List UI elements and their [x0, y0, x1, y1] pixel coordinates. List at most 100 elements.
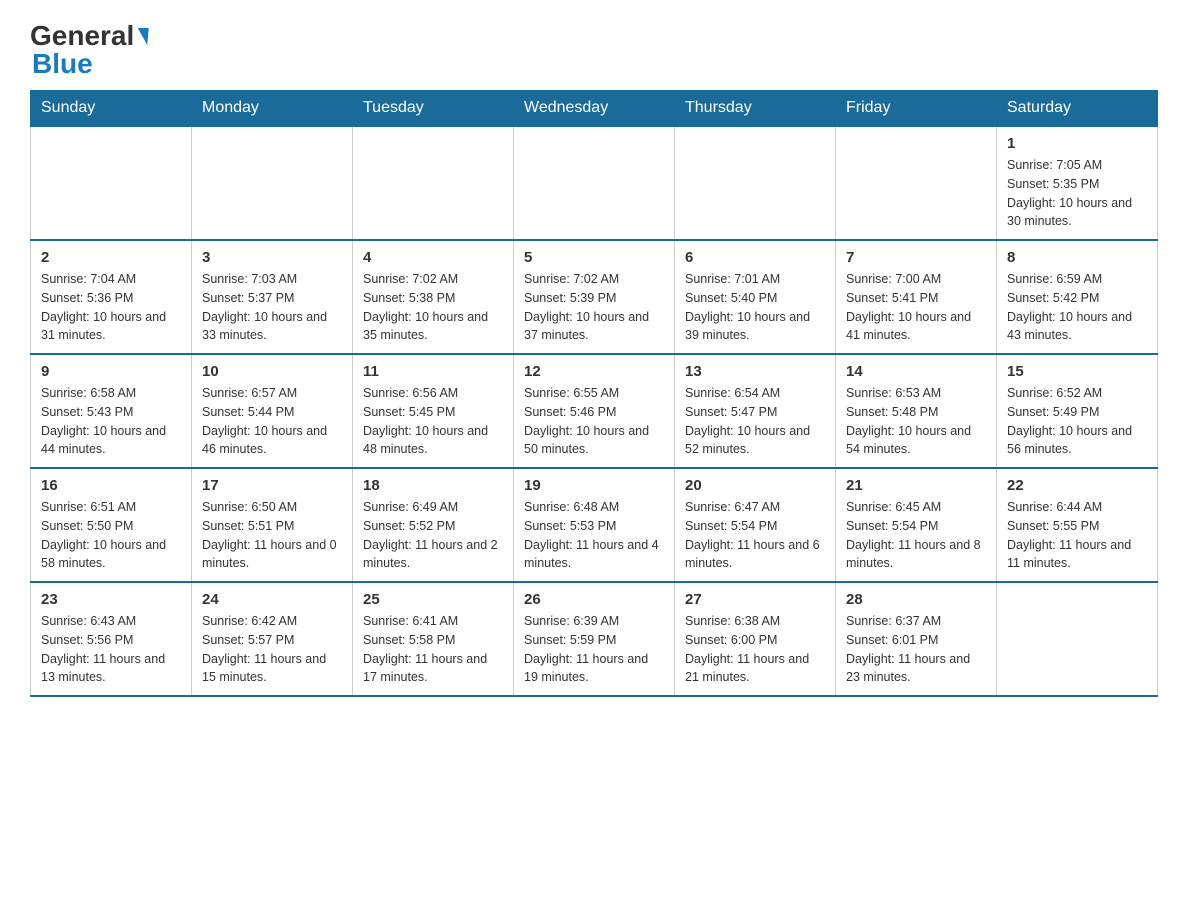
- day-info: Sunrise: 6:44 AM Sunset: 5:55 PM Dayligh…: [1007, 498, 1147, 573]
- day-number: 19: [524, 477, 664, 494]
- day-info: Sunrise: 6:50 AM Sunset: 5:51 PM Dayligh…: [202, 498, 342, 573]
- calendar-cell: 7 Sunrise: 7:00 AM Sunset: 5:41 PM Daylig…: [836, 240, 997, 354]
- day-info: Sunrise: 6:38 AM Sunset: 6:00 PM Dayligh…: [685, 612, 825, 687]
- calendar-header-thursday: Thursday: [675, 91, 836, 127]
- day-info: Sunrise: 6:59 AM Sunset: 5:42 PM Dayligh…: [1007, 270, 1147, 345]
- day-number: 12: [524, 363, 664, 380]
- calendar-cell: 24 Sunrise: 6:42 AM Sunset: 5:57 PM Dayli…: [192, 582, 353, 696]
- day-number: 2: [41, 249, 181, 266]
- calendar-header-wednesday: Wednesday: [514, 91, 675, 127]
- calendar-cell: 25 Sunrise: 6:41 AM Sunset: 5:58 PM Dayli…: [353, 582, 514, 696]
- day-number: 26: [524, 591, 664, 608]
- day-number: 14: [846, 363, 986, 380]
- day-number: 6: [685, 249, 825, 266]
- calendar-week-row: 2Sunrise: 7:04 AM Sunset: 5:36 PM Daylig…: [31, 240, 1158, 354]
- day-info: Sunrise: 6:43 AM Sunset: 5:56 PM Dayligh…: [41, 612, 181, 687]
- day-number: 21: [846, 477, 986, 494]
- calendar-cell: 10 Sunrise: 6:57 AM Sunset: 5:44 PM Dayli…: [192, 354, 353, 468]
- calendar-cell: [675, 126, 836, 240]
- calendar-cell: 27 Sunrise: 6:38 AM Sunset: 6:00 PM Dayli…: [675, 582, 836, 696]
- day-info: Sunrise: 7:01 AM Sunset: 5:40 PM Dayligh…: [685, 270, 825, 345]
- day-number: 5: [524, 249, 664, 266]
- day-info: Sunrise: 6:47 AM Sunset: 5:54 PM Dayligh…: [685, 498, 825, 573]
- day-number: 27: [685, 591, 825, 608]
- calendar-cell: 17 Sunrise: 6:50 AM Sunset: 5:51 PM Dayli…: [192, 468, 353, 582]
- calendar-cell: 5 Sunrise: 7:02 AM Sunset: 5:39 PM Daylig…: [514, 240, 675, 354]
- day-info: Sunrise: 6:54 AM Sunset: 5:47 PM Dayligh…: [685, 384, 825, 459]
- calendar-cell: 13 Sunrise: 6:54 AM Sunset: 5:47 PM Dayli…: [675, 354, 836, 468]
- day-info: Sunrise: 6:51 AM Sunset: 5:50 PM Dayligh…: [41, 498, 181, 573]
- day-number: 7: [846, 249, 986, 266]
- calendar-header-tuesday: Tuesday: [353, 91, 514, 127]
- day-number: 9: [41, 363, 181, 380]
- day-number: 11: [363, 363, 503, 380]
- calendar-week-row: 23 Sunrise: 6:43 AM Sunset: 5:56 PM Dayli…: [31, 582, 1158, 696]
- calendar-cell: 26 Sunrise: 6:39 AM Sunset: 5:59 PM Dayli…: [514, 582, 675, 696]
- page-header: General Blue: [30, 20, 1158, 80]
- day-info: Sunrise: 7:03 AM Sunset: 5:37 PM Dayligh…: [202, 270, 342, 345]
- calendar-cell: 11 Sunrise: 6:56 AM Sunset: 5:45 PM Dayli…: [353, 354, 514, 468]
- day-number: 13: [685, 363, 825, 380]
- day-info: Sunrise: 6:58 AM Sunset: 5:43 PM Dayligh…: [41, 384, 181, 459]
- calendar-cell: 15 Sunrise: 6:52 AM Sunset: 5:49 PM Dayli…: [997, 354, 1158, 468]
- calendar-week-row: 9 Sunrise: 6:58 AM Sunset: 5:43 PM Daylig…: [31, 354, 1158, 468]
- calendar-cell: 28Sunrise: 6:37 AM Sunset: 6:01 PM Dayli…: [836, 582, 997, 696]
- calendar-cell: 18Sunrise: 6:49 AM Sunset: 5:52 PM Dayli…: [353, 468, 514, 582]
- calendar-cell: 14 Sunrise: 6:53 AM Sunset: 5:48 PM Dayli…: [836, 354, 997, 468]
- calendar-cell: 4 Sunrise: 7:02 AM Sunset: 5:38 PM Daylig…: [353, 240, 514, 354]
- calendar-cell: 3 Sunrise: 7:03 AM Sunset: 5:37 PM Daylig…: [192, 240, 353, 354]
- calendar-cell: 6 Sunrise: 7:01 AM Sunset: 5:40 PM Daylig…: [675, 240, 836, 354]
- day-number: 20: [685, 477, 825, 494]
- day-number: 10: [202, 363, 342, 380]
- calendar-cell: 22 Sunrise: 6:44 AM Sunset: 5:55 PM Dayli…: [997, 468, 1158, 582]
- day-info: Sunrise: 7:02 AM Sunset: 5:39 PM Dayligh…: [524, 270, 664, 345]
- calendar-cell: 8 Sunrise: 6:59 AM Sunset: 5:42 PM Daylig…: [997, 240, 1158, 354]
- calendar-cell: [836, 126, 997, 240]
- calendar-cell: [514, 126, 675, 240]
- calendar-cell: 9 Sunrise: 6:58 AM Sunset: 5:43 PM Daylig…: [31, 354, 192, 468]
- day-info: Sunrise: 6:52 AM Sunset: 5:49 PM Dayligh…: [1007, 384, 1147, 459]
- day-info: Sunrise: 6:49 AM Sunset: 5:52 PM Dayligh…: [363, 498, 503, 573]
- calendar-header-sunday: Sunday: [31, 91, 192, 127]
- day-number: 22: [1007, 477, 1147, 494]
- calendar-cell: [192, 126, 353, 240]
- day-number: 8: [1007, 249, 1147, 266]
- day-number: 23: [41, 591, 181, 608]
- day-info: Sunrise: 7:00 AM Sunset: 5:41 PM Dayligh…: [846, 270, 986, 345]
- calendar-cell: 2Sunrise: 7:04 AM Sunset: 5:36 PM Daylig…: [31, 240, 192, 354]
- day-info: Sunrise: 6:57 AM Sunset: 5:44 PM Dayligh…: [202, 384, 342, 459]
- day-info: Sunrise: 6:55 AM Sunset: 5:46 PM Dayligh…: [524, 384, 664, 459]
- day-info: Sunrise: 6:39 AM Sunset: 5:59 PM Dayligh…: [524, 612, 664, 687]
- day-number: 24: [202, 591, 342, 608]
- logo-triangle-icon: [137, 28, 149, 45]
- day-number: 25: [363, 591, 503, 608]
- day-info: Sunrise: 6:53 AM Sunset: 5:48 PM Dayligh…: [846, 384, 986, 459]
- logo: General Blue: [30, 20, 149, 80]
- calendar-cell: 12 Sunrise: 6:55 AM Sunset: 5:46 PM Dayli…: [514, 354, 675, 468]
- calendar-cell: [353, 126, 514, 240]
- day-info: Sunrise: 7:05 AM Sunset: 5:35 PM Dayligh…: [1007, 156, 1147, 231]
- calendar-week-row: 1Sunrise: 7:05 AM Sunset: 5:35 PM Daylig…: [31, 126, 1158, 240]
- day-number: 17: [202, 477, 342, 494]
- day-info: Sunrise: 6:42 AM Sunset: 5:57 PM Dayligh…: [202, 612, 342, 687]
- calendar-cell: 20 Sunrise: 6:47 AM Sunset: 5:54 PM Dayli…: [675, 468, 836, 582]
- calendar-header-monday: Monday: [192, 91, 353, 127]
- calendar-table: SundayMondayTuesdayWednesdayThursdayFrid…: [30, 90, 1158, 697]
- day-number: 15: [1007, 363, 1147, 380]
- day-info: Sunrise: 6:48 AM Sunset: 5:53 PM Dayligh…: [524, 498, 664, 573]
- calendar-cell: 16 Sunrise: 6:51 AM Sunset: 5:50 PM Dayli…: [31, 468, 192, 582]
- calendar-cell: [997, 582, 1158, 696]
- calendar-cell: [31, 126, 192, 240]
- day-info: Sunrise: 6:37 AM Sunset: 6:01 PM Dayligh…: [846, 612, 986, 687]
- logo-blue-text: Blue: [32, 48, 93, 80]
- calendar-cell: 23 Sunrise: 6:43 AM Sunset: 5:56 PM Dayli…: [31, 582, 192, 696]
- day-number: 3: [202, 249, 342, 266]
- day-info: Sunrise: 6:41 AM Sunset: 5:58 PM Dayligh…: [363, 612, 503, 687]
- calendar-cell: 19 Sunrise: 6:48 AM Sunset: 5:53 PM Dayli…: [514, 468, 675, 582]
- calendar-cell: 21Sunrise: 6:45 AM Sunset: 5:54 PM Dayli…: [836, 468, 997, 582]
- day-number: 16: [41, 477, 181, 494]
- calendar-cell: 1Sunrise: 7:05 AM Sunset: 5:35 PM Daylig…: [997, 126, 1158, 240]
- day-info: Sunrise: 7:02 AM Sunset: 5:38 PM Dayligh…: [363, 270, 503, 345]
- day-number: 4: [363, 249, 503, 266]
- day-info: Sunrise: 6:56 AM Sunset: 5:45 PM Dayligh…: [363, 384, 503, 459]
